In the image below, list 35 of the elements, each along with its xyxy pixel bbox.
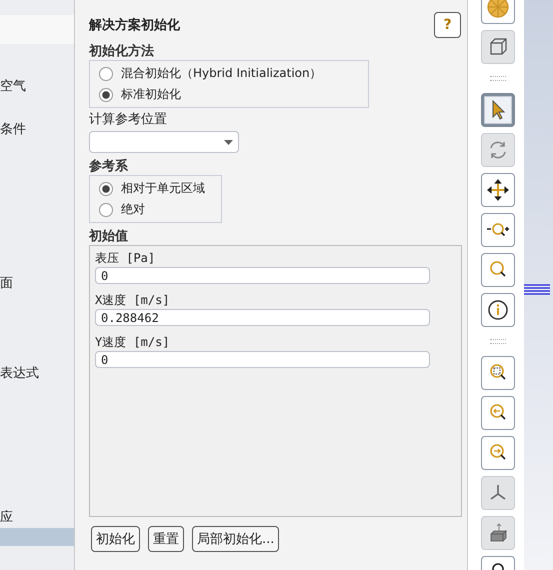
radio-option[interactable]: 相对于单元区域 [90, 178, 221, 199]
tool-button[interactable] [481, 293, 515, 327]
grip-icon [490, 339, 506, 344]
input-field[interactable]: 0.288462 [95, 309, 430, 326]
help-button[interactable]: ? [434, 12, 461, 38]
tree-item[interactable]: 条件 [0, 120, 74, 140]
action-button[interactable]: 重置 [148, 526, 184, 552]
tree-item[interactable]: 表达式 [0, 364, 74, 384]
caret-icon [224, 140, 233, 144]
mesh-lines-drawing [524, 284, 550, 296]
section-label: 初始值 [89, 229, 128, 245]
input-field[interactable]: 0 [95, 267, 430, 284]
action-button[interactable]: 局部初始化... [192, 526, 280, 552]
tool-button[interactable] [481, 93, 515, 127]
tree-item[interactable]: 面 [0, 274, 74, 294]
pan-icon [486, 178, 510, 202]
radio-option[interactable]: 标准初始化 [90, 84, 368, 105]
grip-icon [490, 76, 506, 81]
input-field[interactable]: 0 [95, 351, 430, 368]
tool-button[interactable] [481, 356, 515, 390]
tree-item[interactable]: 空气 [0, 77, 74, 97]
panel-title: 解决方案初始化 [89, 16, 180, 34]
field-label: 计算参考位置 [89, 112, 167, 128]
section-label: 初始化方法 [89, 44, 154, 60]
field-label: 表压 [Pa] [95, 250, 156, 267]
section-label: 参考系 [89, 159, 128, 175]
info-icon [486, 298, 510, 322]
field-label: Y速度 [m/s] [95, 334, 170, 351]
tree-item[interactable]: 应 [0, 508, 74, 528]
radio-option[interactable]: 绝对 [90, 199, 221, 220]
mesh-icon [486, 0, 510, 19]
field-label: X速度 [m/s] [95, 292, 170, 309]
action-button[interactable]: 初始化 [91, 526, 140, 552]
radio-option[interactable]: 混合初始化（Hybrid Initialization） [90, 63, 368, 84]
tool-button[interactable] [481, 173, 515, 207]
